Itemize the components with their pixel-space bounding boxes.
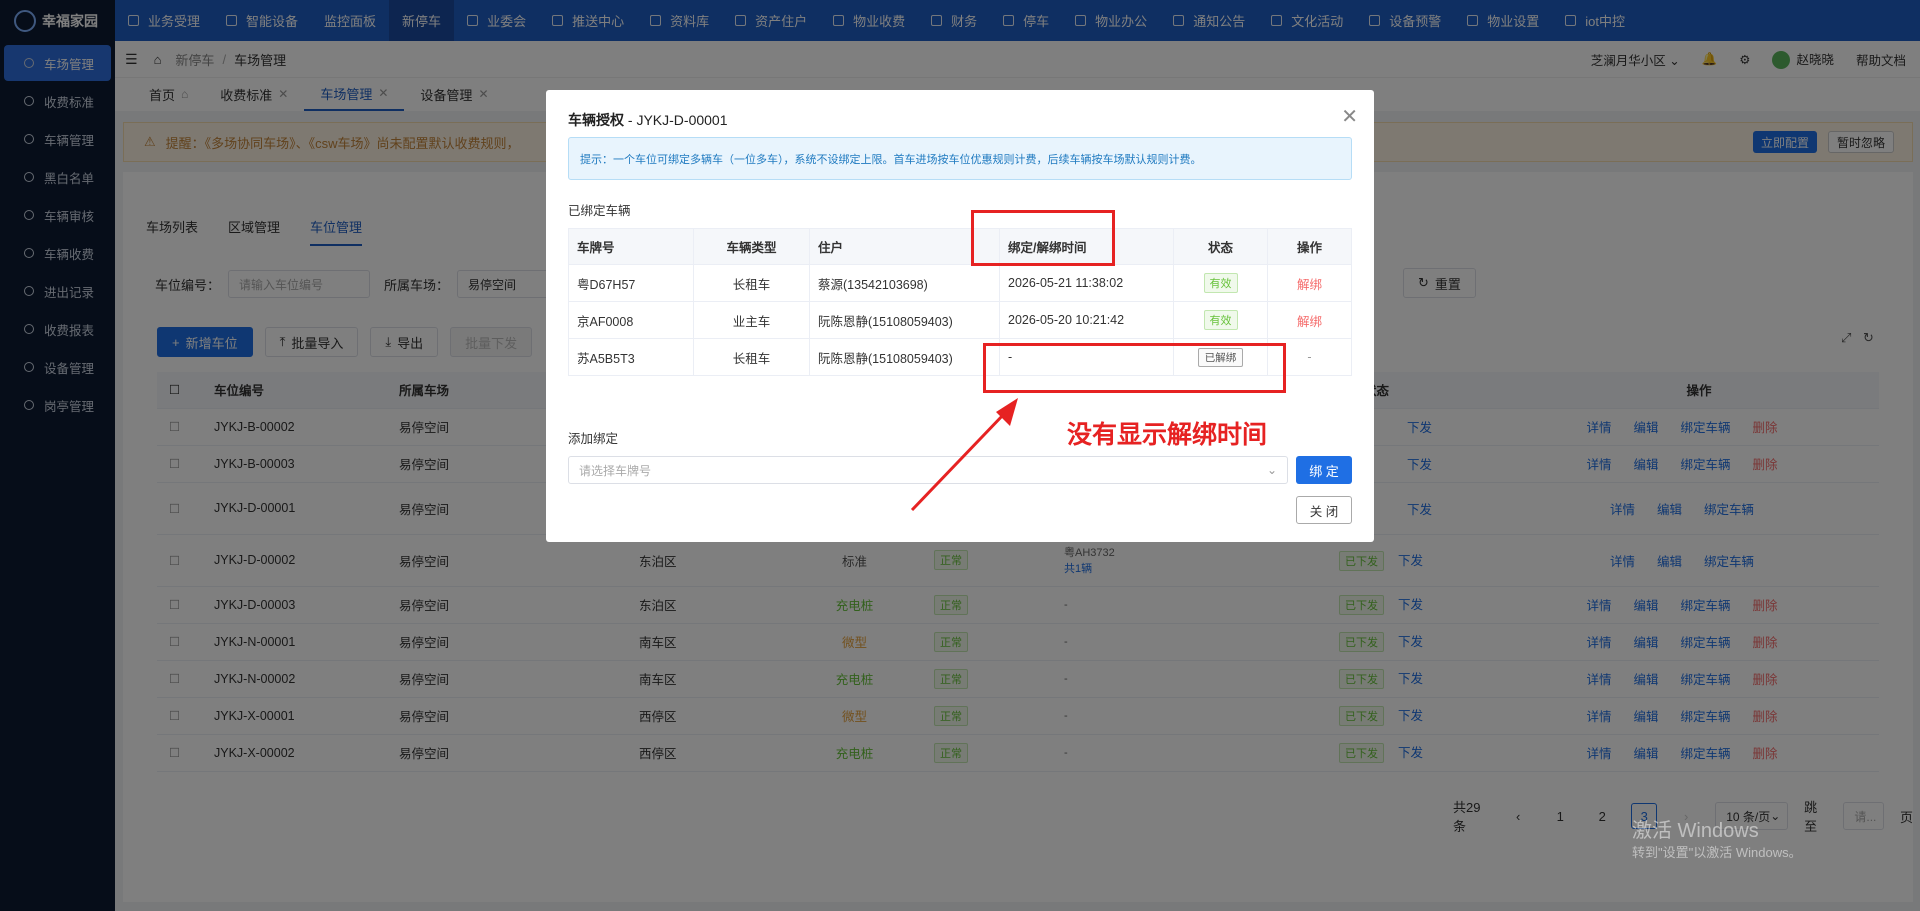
unbind-link[interactable]: 解绑 (1297, 315, 1322, 329)
chevron-down-icon: ⌄ (1266, 463, 1277, 477)
plate: 粤D67H57 (568, 264, 694, 302)
close-icon[interactable]: ✕ (1341, 104, 1358, 129)
tip-banner: 提示：一个车位可绑定多辆车（一位多车），系统不设绑定上限。首车进场按车位优惠规则… (568, 137, 1352, 180)
owner: 蔡源(13542103698) (809, 264, 1000, 302)
close-button[interactable]: 关 闭 (1296, 496, 1352, 524)
annotation-box-header (971, 210, 1115, 266)
dialog-title: 车辆授权 - JYKJ-D-00001 (568, 112, 728, 128)
bind-time: 2026-05-21 11:38:02 (999, 264, 1174, 302)
status-badge: 有效 (1203, 310, 1238, 330)
col-action: 操作 (1267, 228, 1352, 265)
col-vehicle-type: 车辆类型 (693, 228, 810, 265)
state-cell: 有效 (1173, 301, 1268, 339)
vehicle-type: 业主车 (693, 301, 810, 339)
vehicle-type: 长租车 (693, 264, 810, 302)
bind-time: 2026-05-20 10:21:42 (999, 301, 1174, 339)
plate: 苏A5B5T3 (568, 338, 694, 376)
vehicle-type: 长租车 (693, 338, 810, 376)
action-cell: 解绑 (1267, 264, 1352, 302)
col-state: 状态 (1173, 228, 1268, 265)
table-row: 京AF0008 业主车 阮陈恩静(15108059403) 2026-05-20… (568, 301, 1352, 339)
add-bind-title: 添加绑定 (568, 432, 619, 446)
windows-watermark: 激活 Windows (1632, 820, 1759, 842)
status-badge: 有效 (1203, 273, 1238, 293)
annotation-arrow (910, 398, 1018, 512)
col-plate: 车牌号 (568, 228, 694, 265)
annotation-box-row (983, 343, 1286, 393)
table-row: 粤D67H57 长租车 蔡源(13542103698) 2026-05-21 1… (568, 264, 1352, 302)
unbind-link[interactable]: 解绑 (1297, 278, 1322, 292)
annotation-text: 没有显示解绑时间 (1067, 421, 1268, 449)
plate: 京AF0008 (568, 301, 694, 339)
owner: 阮陈恩静(15108059403) (809, 338, 1000, 376)
action-cell: 解绑 (1267, 301, 1352, 339)
windows-watermark-sub: 转到"设置"以激活 Windows。 (1632, 845, 1802, 860)
owner: 阮陈恩静(15108059403) (809, 301, 1000, 339)
state-cell: 有效 (1173, 264, 1268, 302)
bind-button[interactable]: 绑 定 (1296, 456, 1352, 484)
bound-section-title: 已绑定车辆 (568, 204, 631, 218)
